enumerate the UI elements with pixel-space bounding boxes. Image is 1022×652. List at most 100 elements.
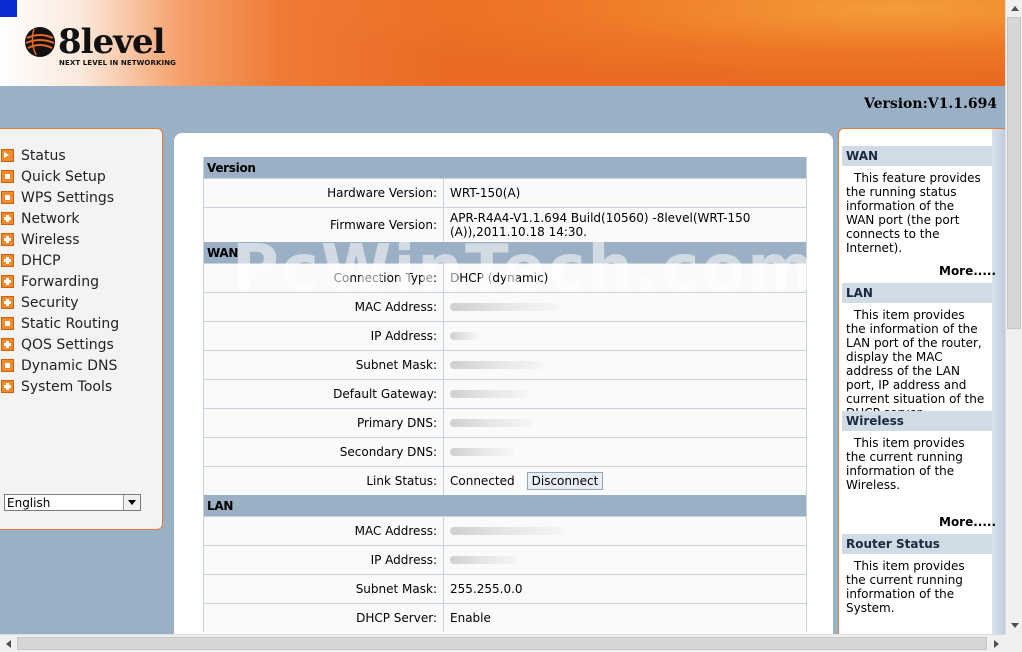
logo-wordmark: 8level bbox=[58, 22, 166, 62]
sidebar-item-security[interactable]: Security bbox=[1, 292, 79, 313]
horizontal-scrollbar[interactable] bbox=[0, 634, 1005, 652]
sidebar-item-qos-settings[interactable]: QOS Settings bbox=[1, 334, 114, 355]
sidebar-item-forwarding[interactable]: Forwarding bbox=[1, 271, 99, 292]
scroll-down-icon[interactable] bbox=[1006, 617, 1022, 634]
firmware-version-line1: APR-R4A4-V1.1.694 Build(10560) -8level(W… bbox=[450, 211, 751, 225]
plus-icon bbox=[1, 254, 14, 267]
help-text-wan: This feature provides the running status… bbox=[846, 171, 981, 255]
row-label: Subnet Mask: bbox=[355, 582, 437, 596]
link-status-value: Connected Disconnect bbox=[443, 467, 806, 495]
row-label: Hardware Version: bbox=[327, 186, 437, 200]
router-admin-page: 8level NEXT LEVEL IN NETWORKING Version:… bbox=[0, 0, 1005, 634]
table-row: Default Gateway: bbox=[204, 379, 806, 408]
row-label: Subnet Mask: bbox=[355, 358, 437, 372]
status-table: Version Hardware Version: WRT-150(A) Fir… bbox=[203, 157, 807, 632]
vertical-scrollbar[interactable] bbox=[1005, 0, 1022, 634]
row-label: DHCP Server: bbox=[356, 611, 437, 625]
sidebar-item-label: WPS Settings bbox=[21, 189, 115, 206]
row-label: IP Address: bbox=[370, 553, 437, 567]
sidebar-item-network[interactable]: Network bbox=[1, 208, 79, 229]
table-row: Primary DNS: bbox=[204, 408, 806, 437]
row-label: Link Status: bbox=[366, 474, 437, 488]
header-glow bbox=[300, 0, 1005, 86]
help-title: LAN bbox=[846, 286, 873, 300]
vertical-scroll-thumb[interactable] bbox=[1007, 17, 1021, 329]
plus-icon bbox=[1, 296, 14, 309]
sidebar-item-label: Security bbox=[21, 294, 79, 311]
sidebar-item-label: Dynamic DNS bbox=[21, 357, 118, 374]
redacted-value bbox=[443, 546, 806, 574]
row-label: IP Address: bbox=[370, 329, 437, 343]
corner-marker-icon bbox=[0, 0, 17, 17]
table-row: Secondary DNS: bbox=[204, 437, 806, 466]
row-label: Connection Type: bbox=[333, 271, 437, 285]
scroll-up-icon[interactable] bbox=[1006, 0, 1022, 17]
square-icon bbox=[1, 170, 14, 183]
disconnect-button[interactable]: Disconnect bbox=[526, 472, 604, 490]
arrow-icon bbox=[1, 149, 14, 162]
table-row: DHCP Server: Enable bbox=[204, 603, 806, 632]
sidebar-item-static-routing[interactable]: Static Routing bbox=[1, 313, 119, 334]
plus-icon bbox=[1, 233, 14, 246]
help-title: Router Status bbox=[846, 537, 940, 551]
table-row: Hardware Version: WRT-150(A) bbox=[204, 178, 806, 207]
help-text-lan: This item provides the information of th… bbox=[846, 308, 985, 420]
plus-icon bbox=[1, 275, 14, 288]
table-row: MAC Address: bbox=[204, 516, 806, 545]
more-link[interactable]: More..... bbox=[939, 515, 996, 529]
more-link[interactable]: More..... bbox=[939, 264, 996, 278]
help-header-lan: LAN bbox=[842, 283, 992, 303]
sidebar-item-label: System Tools bbox=[21, 378, 113, 395]
section-title: WAN bbox=[207, 245, 239, 260]
sidebar-item-label: Status bbox=[21, 147, 66, 164]
link-status-text: Connected bbox=[450, 474, 515, 488]
sidebar-item-dhcp[interactable]: DHCP bbox=[1, 250, 61, 271]
scroll-left-icon[interactable] bbox=[0, 635, 17, 652]
plus-icon bbox=[1, 380, 14, 393]
firmware-version-value: APR-R4A4-V1.1.694 Build(10560) -8level(W… bbox=[443, 208, 806, 242]
square-icon bbox=[1, 359, 14, 372]
help-title: WAN bbox=[846, 149, 879, 163]
sidebar-item-dynamic-dns[interactable]: Dynamic DNS bbox=[1, 355, 117, 376]
sidebar-item-system-tools[interactable]: System Tools bbox=[1, 376, 112, 397]
table-row: Subnet Mask: 255.255.0.0 bbox=[204, 574, 806, 603]
firmware-version-line2: (A)),2011.10.18 14:30. bbox=[450, 225, 587, 239]
sidebar-item-label: Static Routing bbox=[21, 315, 120, 332]
sidebar-menu: Status Quick Setup WPS Settings Network … bbox=[0, 128, 163, 530]
table-row: Subnet Mask: bbox=[204, 350, 806, 379]
row-label: Primary DNS: bbox=[356, 416, 437, 430]
row-label: Secondary DNS: bbox=[339, 445, 437, 459]
redacted-value bbox=[443, 380, 806, 408]
scroll-right-icon[interactable] bbox=[988, 635, 1005, 652]
plus-icon bbox=[1, 212, 14, 225]
square-icon bbox=[1, 317, 14, 330]
sidebar-item-label: DHCP bbox=[21, 252, 61, 269]
section-header-version: Version bbox=[204, 157, 806, 178]
dhcp-server-value: Enable bbox=[443, 604, 806, 632]
horizontal-scroll-thumb[interactable] bbox=[17, 637, 987, 650]
help-panel-edge bbox=[992, 129, 1005, 634]
help-text-wireless: This item provides the current running i… bbox=[846, 436, 965, 492]
sidebar-item-label: QOS Settings bbox=[21, 336, 114, 353]
sidebar-item-wireless[interactable]: Wireless bbox=[1, 229, 80, 250]
row-label: Firmware Version: bbox=[330, 218, 437, 232]
help-header-wireless: Wireless bbox=[842, 411, 992, 431]
chevron-down-icon[interactable] bbox=[123, 495, 140, 510]
sidebar-item-status[interactable]: Status bbox=[1, 145, 66, 166]
globe-logo-icon bbox=[25, 27, 55, 57]
language-select-value: English bbox=[7, 495, 51, 510]
help-header-wan: WAN bbox=[842, 146, 992, 166]
sidebar-item-label: Wireless bbox=[21, 231, 80, 248]
table-row: Firmware Version: APR-R4A4-V1.1.694 Buil… bbox=[204, 207, 806, 242]
language-select[interactable]: English bbox=[4, 494, 141, 511]
redacted-value bbox=[443, 351, 806, 379]
sidebar-item-wps-settings[interactable]: WPS Settings bbox=[1, 187, 114, 208]
table-row: IP Address: bbox=[204, 321, 806, 350]
sidebar-item-label: Forwarding bbox=[21, 273, 99, 290]
redacted-value bbox=[443, 293, 806, 321]
redacted-value bbox=[443, 438, 806, 466]
row-label: MAC Address: bbox=[354, 300, 437, 314]
section-header-wan: WAN bbox=[204, 242, 806, 263]
sidebar-item-quick-setup[interactable]: Quick Setup bbox=[1, 166, 106, 187]
help-text-router-status: This item provides the current running i… bbox=[846, 559, 965, 615]
